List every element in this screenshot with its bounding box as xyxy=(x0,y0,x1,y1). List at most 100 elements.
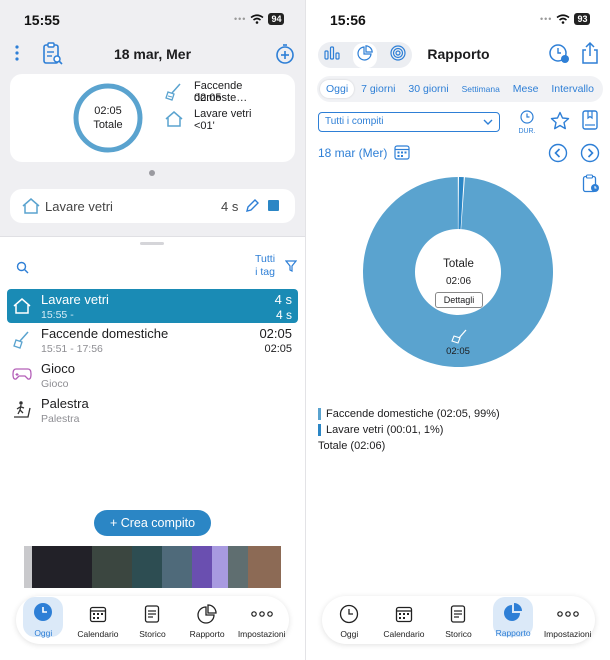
next-day-button[interactable] xyxy=(580,143,600,168)
create-task-button[interactable]: + Crea compito xyxy=(94,510,211,536)
search-button[interactable] xyxy=(16,261,29,279)
running-task-label: Lavare vetri xyxy=(45,199,113,214)
battery-indicator: 93 xyxy=(574,13,591,25)
slice-label: 02:05 xyxy=(446,346,470,357)
wifi-icon xyxy=(556,14,570,24)
bookmark-button[interactable] xyxy=(582,110,598,135)
ring-label: Totale xyxy=(93,119,123,131)
tag-filter-button[interactable]: Tutti i tag xyxy=(255,253,275,279)
stop-button[interactable] xyxy=(268,200,279,211)
task-row[interactable]: Faccende domestiche 15:51 - 17:56 02:05 … xyxy=(7,323,298,357)
chart-center-value: 02:06 xyxy=(445,276,472,287)
ad-banner[interactable] xyxy=(24,546,281,588)
task-total: 02:05 xyxy=(264,343,292,355)
running-task-card[interactable]: Lavare vetri 4 s xyxy=(10,189,295,223)
edit-button[interactable] xyxy=(245,198,260,218)
task-sub: Gioco xyxy=(41,378,69,390)
chevron-right-circle-icon xyxy=(580,143,600,163)
task-select[interactable]: Tutti i compiti xyxy=(318,112,500,132)
tab-history[interactable]: Storico xyxy=(126,602,178,639)
period-week[interactable]: Settimana xyxy=(456,81,506,97)
legend-item: Lavare vetri (00:01, 1%) xyxy=(318,424,443,436)
tab-label: Rapporto xyxy=(189,628,225,639)
chart-center-title: Totale xyxy=(443,258,474,270)
period-30-days[interactable]: 30 giorni xyxy=(402,80,454,98)
tab-bar: Oggi Calendario Storico Rapporto Imposta… xyxy=(16,596,289,644)
history-icon xyxy=(446,602,470,626)
tab-label: Oggi xyxy=(340,628,359,639)
date-label[interactable]: 18 mar (Mer) xyxy=(318,146,387,160)
date-picker-button[interactable] xyxy=(394,144,410,165)
period-range[interactable]: Intervallo xyxy=(545,80,600,98)
period-month[interactable]: Mese xyxy=(507,80,545,98)
tab-label: Rapporto xyxy=(495,627,531,638)
period-today[interactable]: Oggi xyxy=(320,80,355,98)
task-duration: 02:05 xyxy=(259,326,292,341)
share-button[interactable] xyxy=(581,41,599,70)
status-time: 15:56 xyxy=(330,12,366,28)
more-icon xyxy=(556,602,580,626)
details-button[interactable]: Dettagli xyxy=(435,292,483,308)
gamepad-icon xyxy=(12,366,32,387)
tab-settings[interactable]: Impostazioni xyxy=(236,602,288,639)
star-icon xyxy=(550,111,570,130)
task-title: Palestra xyxy=(41,396,89,411)
tab-report[interactable]: Rapporto xyxy=(181,602,233,639)
calendar-icon xyxy=(394,145,410,160)
task-row-active[interactable]: Lavare vetri 15:55 - 4 s 4 s xyxy=(7,289,298,323)
tab-calendar[interactable]: Calendario xyxy=(378,602,430,639)
tab-settings[interactable]: Impostazioni xyxy=(542,602,594,639)
progress-ring xyxy=(73,83,143,153)
summary-card[interactable]: 02:05 Totale Faccende domeste… 02:05 Lav… xyxy=(10,74,295,162)
treadmill-icon xyxy=(12,400,32,425)
summary-item-1-time: 02:05 xyxy=(194,92,222,104)
task-row[interactable]: Gioco Gioco xyxy=(7,358,298,392)
sort-duration-button[interactable]: DUR. xyxy=(515,110,539,135)
calendar-icon xyxy=(86,602,110,626)
broom-icon xyxy=(164,82,184,107)
task-title: Faccende domestiche xyxy=(41,326,169,341)
favorite-button[interactable] xyxy=(550,111,570,136)
previous-day-button[interactable] xyxy=(548,143,568,168)
tab-label: Calendario xyxy=(383,628,425,639)
tab-history[interactable]: Storico xyxy=(432,602,484,639)
house-icon xyxy=(12,296,32,321)
house-icon xyxy=(21,196,41,221)
search-icon xyxy=(16,261,29,274)
period-7-days[interactable]: 7 giorni xyxy=(355,80,401,98)
tab-today[interactable]: Oggi xyxy=(17,596,69,638)
add-timer-button[interactable] xyxy=(274,43,296,70)
more-icon xyxy=(250,602,274,626)
donut-slice-1[interactable] xyxy=(363,177,553,367)
task-title: Gioco xyxy=(41,361,75,376)
battery-indicator: 94 xyxy=(268,13,285,25)
chevron-left-circle-icon xyxy=(548,143,568,163)
today-screen: 15:55 ••• 94 18 mar, Mer 02:05 Totale Fa… xyxy=(0,0,305,660)
history-icon xyxy=(140,602,164,626)
status-time: 15:55 xyxy=(24,12,60,28)
date-title: 18 mar, Mer xyxy=(113,46,192,62)
task-total: 4 s xyxy=(275,308,292,322)
schedule-button[interactable] xyxy=(548,43,570,70)
tab-bar: Oggi Calendario Storico Rapporto Imposta… xyxy=(322,596,595,644)
ring-time: 02:05 xyxy=(94,105,122,117)
sheet-grabber[interactable] xyxy=(140,242,164,245)
task-row[interactable]: Palestra Palestra xyxy=(7,393,298,427)
page-indicator xyxy=(149,170,155,176)
status-icons: ••• 94 xyxy=(234,13,285,25)
summary-item-2-time: <01' xyxy=(194,120,215,132)
tab-report[interactable]: Rapporto xyxy=(487,596,539,638)
legend-label: Lavare vetri (00:01, 1%) xyxy=(326,424,444,436)
timer-plus-icon xyxy=(276,44,294,64)
chevron-down-icon xyxy=(483,119,493,125)
donut-chart[interactable]: 02:05 xyxy=(306,170,610,375)
legend-swatch xyxy=(318,424,321,436)
status-icons: ••• 93 xyxy=(540,13,591,25)
tab-today[interactable]: Oggi xyxy=(323,602,375,639)
broom-icon xyxy=(12,330,32,355)
tab-calendar[interactable]: Calendario xyxy=(72,602,124,639)
legend-item: Faccende domestiche (02:05, 99%) xyxy=(318,408,500,420)
clock-icon xyxy=(337,602,361,626)
legend-label: Faccende domestiche (02:05, 99%) xyxy=(326,408,500,420)
tab-label: Impostazioni xyxy=(237,628,286,639)
